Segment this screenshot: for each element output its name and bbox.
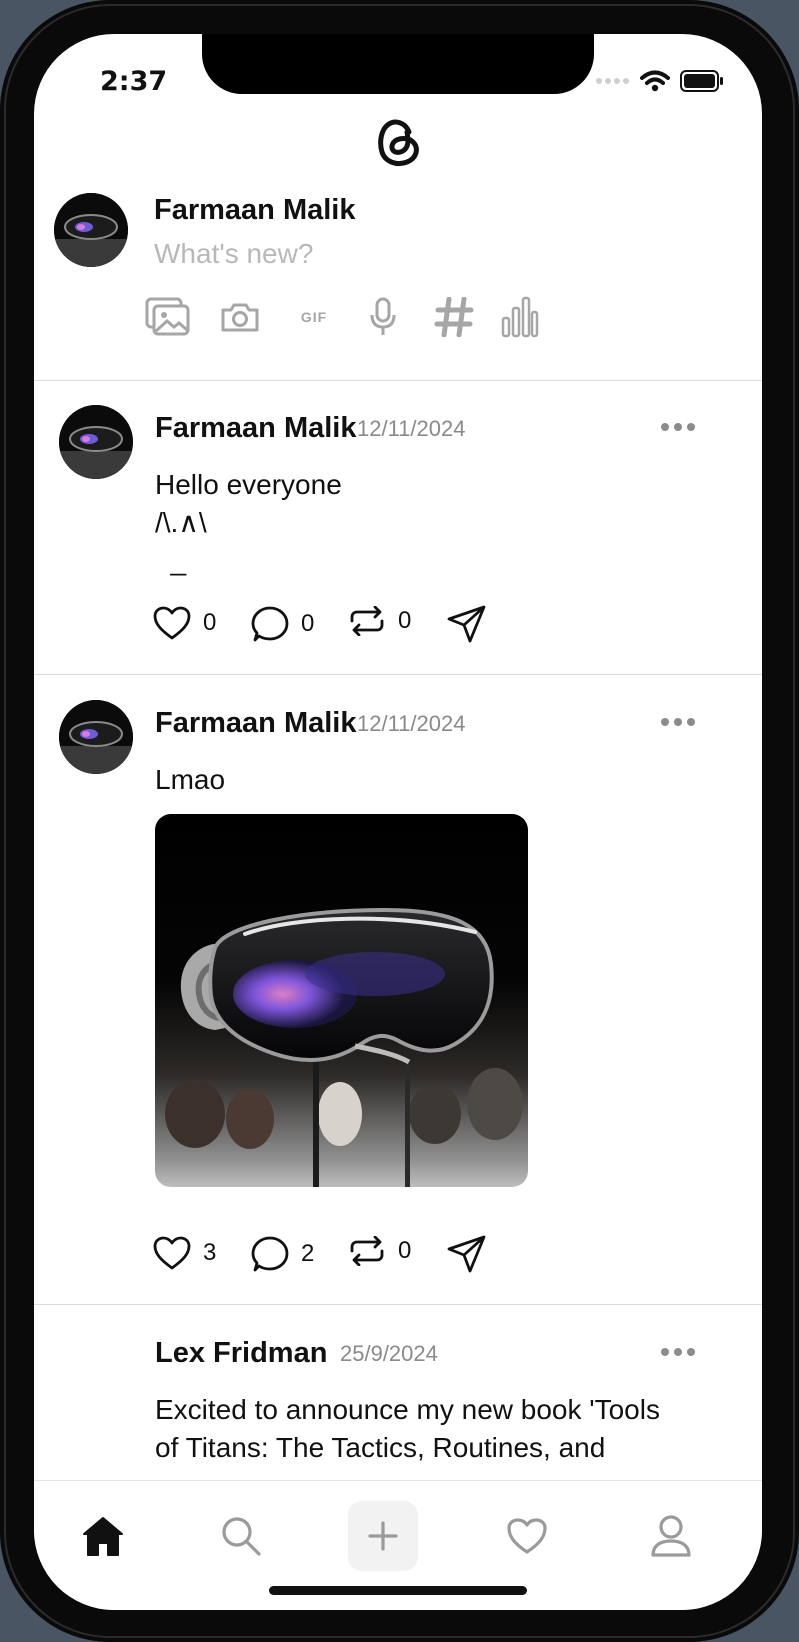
poll-button[interactable] (500, 294, 540, 340)
send-icon (447, 1235, 486, 1273)
repost-count: 0 (398, 607, 412, 634)
battery-icon (680, 70, 723, 92)
cellular-signal-icon (596, 78, 629, 84)
heart-icon (153, 606, 191, 640)
comment-icon (251, 1236, 289, 1272)
post-author[interactable]: Lex Fridman (155, 1337, 327, 1370)
notch (202, 34, 594, 94)
home-icon (83, 1517, 123, 1556)
gif-button[interactable]: GIF (292, 294, 336, 340)
activity-heart-icon (507, 1518, 547, 1554)
composer-avatar[interactable] (54, 193, 128, 267)
threads-logo-icon[interactable] (371, 110, 425, 170)
post-date: 12/11/2024 (357, 711, 466, 736)
tab-profile[interactable] (636, 1501, 706, 1571)
avatar-headset-image (59, 405, 133, 479)
hashtag-button[interactable] (432, 294, 476, 340)
vision-pro-headset-photo (155, 814, 528, 1187)
camera-icon (221, 303, 259, 332)
avatar-headset-image (59, 700, 133, 774)
comment-count: 2 (301, 1240, 315, 1267)
status-icons (596, 70, 724, 92)
home-indicator[interactable] (269, 1586, 527, 1595)
share-button[interactable] (447, 605, 487, 643)
post-text: Lmao (155, 764, 226, 795)
phone-frame: 2:37 Farmaan Malik What's new? GIF Farma… (0, 0, 799, 1642)
new-thread-input[interactable]: What's new? (154, 238, 313, 270)
feed-divider (34, 1304, 762, 1305)
like-button[interactable]: 0 (153, 606, 216, 640)
poll-icon (501, 296, 539, 338)
post-avatar[interactable] (59, 700, 133, 774)
repost-icon (350, 606, 384, 636)
post-avatar[interactable] (59, 405, 133, 479)
heart-icon (153, 1236, 191, 1270)
tab-compose[interactable] (348, 1501, 418, 1571)
hashtag-icon (434, 297, 474, 337)
profile-icon (651, 1515, 691, 1557)
post-image[interactable] (155, 814, 528, 1187)
gif-icon: GIF (300, 309, 328, 325)
comment-button[interactable]: 0 (251, 606, 314, 642)
photo-library-icon (145, 297, 190, 336)
photo-library-button[interactable] (144, 294, 192, 340)
post-author[interactable]: Farmaan Malik (155, 707, 356, 740)
composer-user-name: Farmaan Malik (154, 194, 356, 226)
repost-count: 0 (398, 1237, 412, 1264)
wifi-icon (640, 70, 670, 92)
post-text: Hello everyone /\.∧\ _ (155, 469, 342, 576)
tab-search[interactable] (206, 1501, 276, 1571)
post-author[interactable]: Farmaan Malik (155, 412, 356, 445)
tab-activity[interactable] (492, 1501, 562, 1571)
repost-button[interactable]: 0 (348, 606, 411, 636)
camera-button[interactable] (218, 294, 262, 340)
feed-divider (34, 380, 762, 381)
share-button[interactable] (447, 1235, 487, 1273)
comment-icon (251, 606, 289, 642)
microphone-icon (370, 297, 396, 335)
comment-button[interactable]: 2 (251, 1236, 314, 1272)
like-button[interactable]: 3 (153, 1236, 216, 1270)
send-icon (447, 605, 486, 643)
more-options-icon[interactable] (661, 1348, 695, 1356)
repost-icon (350, 1236, 384, 1266)
repost-button[interactable]: 0 (348, 1236, 411, 1266)
screen: 2:37 Farmaan Malik What's new? GIF Farma… (34, 34, 762, 1610)
feed-divider (34, 674, 762, 675)
tab-home[interactable] (68, 1501, 138, 1571)
status-time: 2:37 (100, 66, 168, 97)
more-options-icon[interactable] (661, 423, 695, 431)
post-text: Excited to announce my new book 'Tools o… (155, 1394, 660, 1463)
post-date: 12/11/2024 (357, 416, 466, 441)
post-date: 25/9/2024 (340, 1341, 438, 1366)
avatar-headset-image (54, 193, 128, 267)
search-icon (222, 1517, 261, 1556)
like-count: 0 (203, 609, 217, 636)
microphone-button[interactable] (368, 294, 398, 340)
like-count: 3 (203, 1239, 217, 1266)
more-options-icon[interactable] (661, 718, 695, 726)
compose-icon (368, 1521, 398, 1551)
comment-count: 0 (301, 610, 315, 637)
